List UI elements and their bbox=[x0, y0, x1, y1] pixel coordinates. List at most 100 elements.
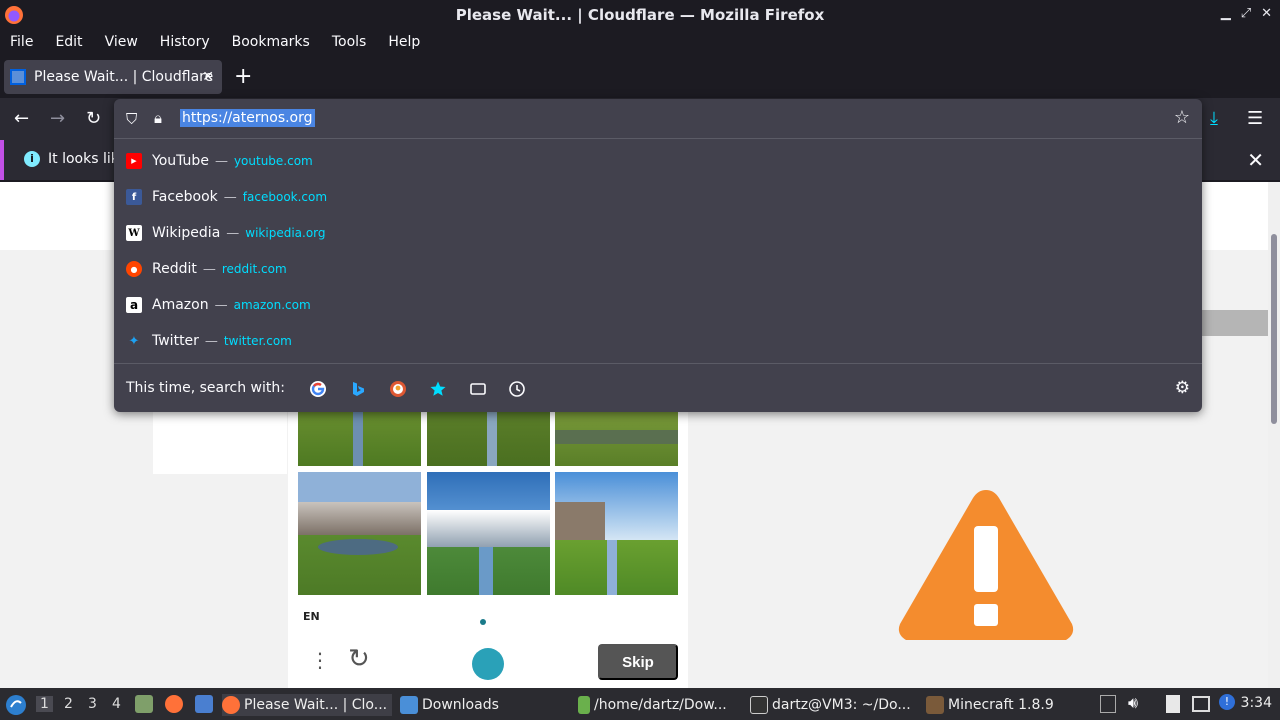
youtube-icon: ▶ bbox=[126, 153, 142, 169]
menu-bar: File Edit View History Bookmarks Tools H… bbox=[0, 30, 1280, 54]
suggestion-domain: amazon.com bbox=[233, 298, 311, 312]
captcha-menu-icon[interactable]: ⋮ bbox=[310, 648, 330, 672]
suggestion-separator: — bbox=[202, 261, 216, 277]
task-minecraft[interactable]: Minecraft 1.8.9 bbox=[926, 694, 1086, 716]
minimize-icon[interactable]: ▁ bbox=[1221, 6, 1231, 21]
suggestion-twitter[interactable]: ✦ Twitter — twitter.com bbox=[114, 323, 1202, 359]
suggestion-separator: — bbox=[226, 225, 240, 241]
file-manager-launcher-icon[interactable] bbox=[135, 695, 153, 713]
page-scrollbar[interactable] bbox=[1268, 182, 1280, 688]
restore-icon[interactable]: ⤢ bbox=[1241, 6, 1251, 21]
lock-icon[interactable]: 🔒︎ bbox=[154, 109, 162, 127]
minecraft-icon bbox=[926, 696, 944, 714]
url-input[interactable]: https://aternos.org bbox=[180, 109, 315, 127]
captcha-refresh-icon[interactable]: ↻ bbox=[348, 644, 370, 674]
firefox-icon bbox=[5, 6, 23, 24]
close-icon[interactable]: ✕ bbox=[1261, 6, 1272, 21]
suggestion-name: Twitter bbox=[152, 333, 199, 349]
task-folder-path[interactable]: /home/dartz/Dow... bbox=[578, 694, 738, 716]
captcha-tile[interactable] bbox=[555, 472, 678, 595]
suggestion-reddit[interactable]: ● Reddit — reddit.com bbox=[114, 251, 1202, 287]
reload-icon[interactable]: ↻ bbox=[86, 108, 101, 129]
desktop-launcher-icon[interactable] bbox=[195, 695, 213, 713]
warning-icon bbox=[898, 490, 1074, 640]
suggestion-separator: — bbox=[204, 333, 218, 349]
history-icon[interactable] bbox=[508, 380, 526, 398]
tab-favicon-icon bbox=[10, 69, 26, 85]
suggestion-amazon[interactable]: a Amazon — amazon.com bbox=[114, 287, 1202, 323]
urlbar-dropdown: ⛉ 🔒︎ https://aternos.org ☆ ▶ YouTube — y… bbox=[114, 99, 1202, 412]
task-label: Minecraft 1.8.9 bbox=[948, 697, 1054, 713]
task-label: Please Wait... | Clo... bbox=[244, 697, 388, 713]
forward-icon[interactable]: → bbox=[50, 108, 65, 129]
tab-bar: Please Wait... | Cloudflare ✕ + bbox=[0, 56, 1280, 98]
suggestion-separator: — bbox=[214, 153, 228, 169]
amazon-icon: a bbox=[126, 297, 142, 313]
tab-close-icon[interactable]: ✕ bbox=[202, 69, 214, 85]
captcha-tile[interactable] bbox=[555, 408, 678, 466]
captcha-language[interactable]: EN bbox=[303, 610, 320, 623]
tabs-icon[interactable] bbox=[469, 380, 487, 398]
suggestion-name: Reddit bbox=[152, 261, 197, 277]
menu-tools[interactable]: Tools bbox=[332, 34, 367, 50]
menu-edit[interactable]: Edit bbox=[55, 34, 82, 50]
back-icon[interactable]: ← bbox=[14, 108, 29, 129]
captcha-progress-dot bbox=[480, 619, 486, 625]
suggestion-domain: youtube.com bbox=[233, 154, 313, 168]
notification-close-icon[interactable]: ✕ bbox=[1247, 148, 1264, 172]
one-off-search-strip: This time, search with: ⚙ bbox=[114, 363, 1202, 412]
new-tab-button[interactable]: + bbox=[234, 64, 252, 89]
bing-icon[interactable] bbox=[349, 380, 367, 398]
suggestion-wikipedia[interactable]: W Wikipedia — wikipedia.org bbox=[114, 215, 1202, 251]
start-menu-icon[interactable] bbox=[5, 694, 27, 716]
bookmark-star-icon[interactable]: ☆ bbox=[1174, 107, 1190, 128]
suggestion-separator: — bbox=[214, 297, 228, 313]
menu-bookmarks[interactable]: Bookmarks bbox=[232, 34, 310, 50]
bookmarks-icon[interactable] bbox=[429, 380, 447, 398]
task-label: dartz@VM3: ~/Do... bbox=[772, 697, 911, 713]
facebook-icon: f bbox=[126, 189, 142, 205]
search-settings-icon[interactable]: ⚙ bbox=[1175, 378, 1190, 398]
shield-icon[interactable]: ⛉ bbox=[126, 110, 137, 128]
scrollbar-thumb[interactable] bbox=[1271, 234, 1277, 424]
task-label: /home/dartz/Dow... bbox=[594, 697, 727, 713]
network-icon[interactable] bbox=[1192, 696, 1210, 712]
workspace-3[interactable]: 3 bbox=[88, 696, 97, 712]
menu-history[interactable]: History bbox=[160, 34, 210, 50]
update-notifier-icon[interactable]: ! bbox=[1219, 694, 1235, 710]
clipboard-icon[interactable] bbox=[1166, 695, 1180, 713]
captcha-skip-button[interactable]: Skip bbox=[598, 644, 678, 680]
captcha-tile[interactable] bbox=[427, 408, 550, 466]
volume-icon[interactable]: 🔊︎ bbox=[1128, 693, 1138, 713]
download-icon[interactable]: ⤓ bbox=[1210, 108, 1218, 129]
captcha-tile[interactable] bbox=[298, 408, 421, 466]
suggestion-youtube[interactable]: ▶ YouTube — youtube.com bbox=[114, 143, 1202, 179]
window-titlebar: Please Wait... | Cloudflare — Mozilla Fi… bbox=[0, 0, 1280, 30]
captcha-tile[interactable] bbox=[298, 472, 421, 595]
tab-title: Please Wait... | Cloudflare bbox=[34, 69, 214, 85]
duckduckgo-icon[interactable] bbox=[389, 380, 407, 398]
task-downloads[interactable]: Downloads bbox=[400, 694, 570, 716]
clock[interactable]: 3:34 bbox=[1241, 695, 1272, 711]
hamburger-menu-icon[interactable]: ☰ bbox=[1247, 108, 1263, 129]
menu-view[interactable]: View bbox=[105, 34, 138, 50]
task-firefox[interactable]: Please Wait... | Clo... bbox=[222, 694, 392, 716]
google-icon[interactable] bbox=[309, 380, 327, 398]
task-terminal[interactable]: dartz@VM3: ~/Do... bbox=[750, 694, 918, 716]
suggestion-facebook[interactable]: f Facebook — facebook.com bbox=[114, 179, 1202, 215]
captcha-tile[interactable] bbox=[427, 472, 550, 595]
twitter-icon: ✦ bbox=[128, 333, 140, 349]
suggestion-name: Facebook bbox=[152, 189, 218, 205]
suggestion-name: Wikipedia bbox=[152, 225, 221, 241]
wikipedia-icon: W bbox=[126, 225, 142, 241]
tab-cloudflare[interactable]: Please Wait... | Cloudflare ✕ bbox=[4, 60, 222, 94]
workspace-4[interactable]: 4 bbox=[112, 696, 121, 712]
window-controls: ▁ ⤢ ✕ bbox=[1221, 6, 1272, 21]
tray-icon[interactable] bbox=[1100, 695, 1116, 713]
menu-file[interactable]: File bbox=[10, 34, 33, 50]
workspace-1[interactable]: 1 bbox=[36, 696, 53, 712]
workspace-2[interactable]: 2 bbox=[64, 696, 73, 712]
menu-help[interactable]: Help bbox=[388, 34, 420, 50]
firefox-launcher-icon[interactable] bbox=[165, 695, 183, 713]
urlbar[interactable]: ⛉ 🔒︎ https://aternos.org ☆ bbox=[114, 99, 1202, 139]
